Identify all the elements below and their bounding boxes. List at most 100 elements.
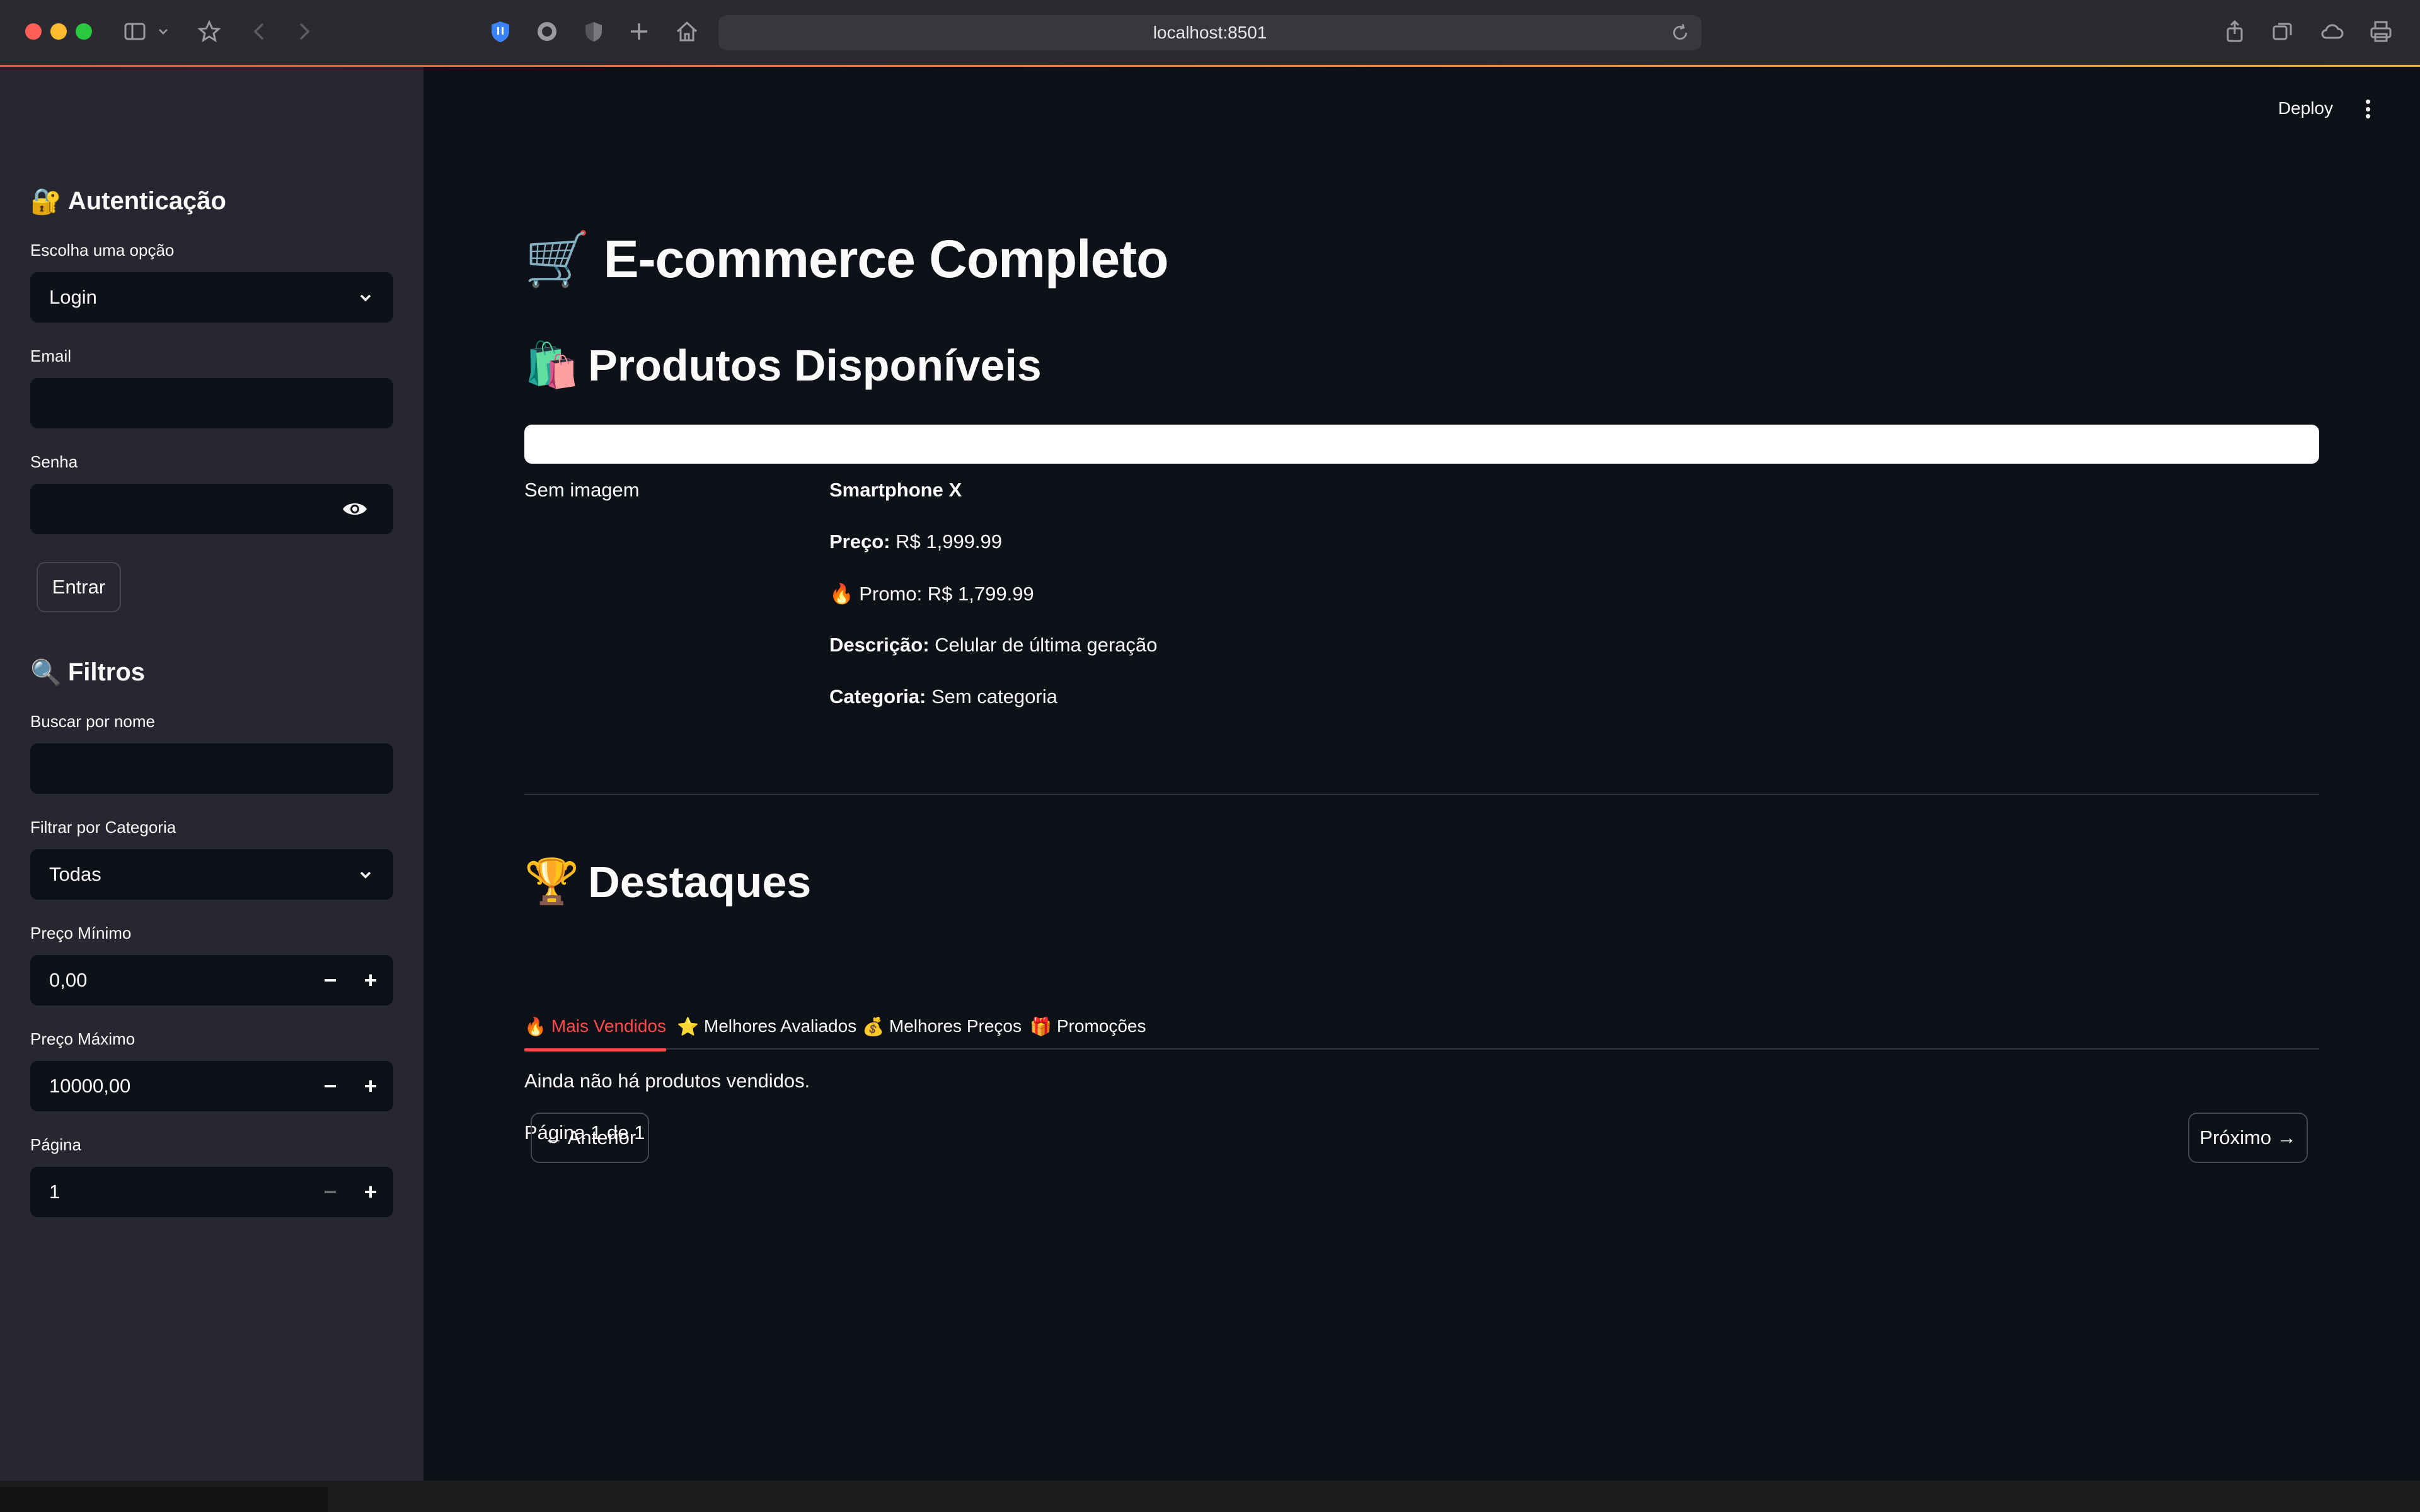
reload-icon[interactable] (1670, 23, 1690, 43)
max-price-stepper[interactable]: 10000,00 − + (30, 1061, 393, 1111)
min-price-label: Preço Mínimo (30, 924, 132, 942)
fire-icon: 🔥 (524, 1016, 546, 1037)
password-field[interactable] (30, 484, 393, 534)
category-filter-label: Filtrar por Categoria (30, 818, 176, 837)
search-input[interactable] (30, 743, 393, 794)
product-promo: 🔥 Promo: R$ 1,799.99 (829, 582, 1034, 605)
product-category: Categoria: Sem categoria (829, 685, 1057, 708)
products-heading: 🛍️ Produtos Disponíveis (524, 339, 1042, 391)
privacy-shield-icon[interactable] (579, 16, 609, 47)
trophy-icon: 🏆 (524, 856, 580, 907)
login-submit-button[interactable]: Entrar (37, 562, 121, 612)
filters-heading-text: Filtros (67, 658, 146, 686)
bookmark-star-icon[interactable] (194, 16, 224, 47)
page-decrement-button[interactable]: − (310, 1167, 350, 1217)
tab-label: Melhores Avaliados (703, 1016, 857, 1036)
min-price-decrement-button[interactable]: − (310, 955, 350, 1005)
maximize-window-button[interactable] (76, 23, 92, 40)
sidebar-toggle-icon[interactable] (120, 16, 150, 47)
next-page-button[interactable]: Próximo → (2188, 1113, 2308, 1163)
fire-icon: 🔥 (829, 583, 854, 605)
min-price-stepper[interactable]: 0,00 − + (30, 955, 393, 1005)
chevron-down-icon[interactable] (154, 16, 173, 47)
max-price-label: Preço Máximo (30, 1029, 135, 1048)
auth-option-select[interactable]: Login (30, 272, 393, 323)
search-label: Buscar por nome (30, 712, 155, 731)
shopping-bags-icon: 🛍️ (524, 339, 580, 391)
page-label: Página (30, 1135, 81, 1154)
bottom-tab-strip (0, 1487, 328, 1512)
chevron-down-icon (360, 294, 371, 302)
tab-mais-vendidos[interactable]: 🔥 Mais Vendidos (524, 1003, 666, 1051)
product-description-value: Celular de última geração (935, 634, 1158, 656)
max-price-value: 10000,00 (49, 1075, 131, 1097)
email-field[interactable] (30, 378, 393, 428)
money-bag-icon: 💰 (862, 1016, 884, 1037)
printer-icon[interactable] (2366, 16, 2396, 47)
chevron-down-icon (360, 871, 371, 879)
url-text: localhost:8501 (1153, 23, 1267, 42)
close-window-button[interactable] (25, 23, 42, 40)
category-filter-value: Todas (49, 863, 101, 885)
sidebar: 🔐 Autenticação Escolha uma opção Login E… (0, 67, 424, 1480)
tab-label: Melhores Preços (889, 1016, 1022, 1036)
minimize-window-button[interactable] (50, 23, 67, 40)
tab-overview-icon[interactable] (2267, 16, 2298, 47)
auth-heading: 🔐 Autenticação (30, 186, 226, 216)
product-price-value: R$ 1,999.99 (896, 530, 1003, 553)
deploy-button[interactable]: Deploy (2278, 98, 2333, 118)
filters-heading: 🔍 Filtros (30, 658, 145, 687)
show-password-eye-icon[interactable] (342, 498, 368, 520)
max-price-decrement-button[interactable]: − (310, 1061, 350, 1111)
product-name: Smartphone X (829, 479, 962, 501)
extension-icon[interactable] (532, 16, 562, 47)
product-banner-bar (524, 425, 2319, 464)
password-manager-icon[interactable] (485, 16, 516, 47)
window-bottom-edge (0, 1480, 2420, 1512)
new-tab-icon[interactable] (624, 16, 654, 47)
shopping-cart-icon: 🛒 (524, 228, 591, 290)
gift-icon: 🎁 (1030, 1016, 1052, 1037)
address-bar[interactable]: localhost:8501 (718, 15, 1702, 50)
page-stepper[interactable]: 1 − + (30, 1167, 393, 1217)
highlights-heading-text: Destaques (588, 857, 812, 907)
product-category-value: Sem categoria (931, 685, 1057, 707)
page-title: 🛒 E-commerce Completo (524, 228, 1168, 290)
forward-icon[interactable] (289, 16, 319, 47)
main-menu-kebab-icon[interactable] (2358, 100, 2377, 118)
product-description-label: Descrição: (829, 634, 930, 656)
min-price-value: 0,00 (49, 969, 88, 991)
products-heading-text: Produtos Disponíveis (588, 340, 1042, 390)
section-divider (524, 794, 2319, 795)
category-filter-select[interactable]: Todas (30, 849, 393, 900)
tab-label: Mais Vendidos (551, 1016, 666, 1036)
page-value: 1 (49, 1181, 60, 1203)
home-icon[interactable] (672, 16, 702, 47)
star-icon: ⭐ (677, 1016, 699, 1037)
product-image-placeholder: Sem imagem (524, 479, 640, 501)
tab-promocoes[interactable]: 🎁 Promoções (1030, 1003, 1146, 1050)
magnifying-glass-icon: 🔍 (30, 658, 62, 687)
tab-melhores-precos[interactable]: 💰 Melhores Preços (862, 1003, 1022, 1050)
back-icon[interactable] (245, 16, 275, 47)
tab-melhores-avaliados[interactable]: ⭐ Melhores Avaliados (677, 1003, 856, 1050)
product-price-label: Preço: (829, 530, 890, 553)
page-increment-button[interactable]: + (350, 1167, 391, 1217)
browser-toolbar: localhost:8501 (0, 0, 2420, 67)
email-label: Email (30, 346, 72, 365)
product-promo-text: Promo: R$ 1,799.99 (859, 583, 1034, 605)
icloud-icon[interactable] (2317, 16, 2347, 47)
auth-heading-text: Autenticação (67, 187, 226, 215)
share-icon[interactable] (2220, 16, 2250, 47)
highlights-tabs: 🔥 Mais Vendidos ⭐ Melhores Avaliados 💰 M… (524, 1003, 2319, 1051)
page-title-text: E-commerce Completo (603, 229, 1169, 289)
max-price-increment-button[interactable]: + (350, 1061, 391, 1111)
auth-option-value: Login (49, 286, 97, 308)
auth-option-label: Escolha uma opção (30, 241, 175, 260)
min-price-increment-button[interactable]: + (350, 955, 391, 1005)
product-price: Preço: R$ 1,999.99 (829, 530, 1002, 553)
product-description: Descrição: Celular de última geração (829, 634, 1157, 656)
previous-page-button[interactable]: ← Anterior (531, 1113, 649, 1163)
password-label: Senha (30, 452, 78, 471)
highlights-heading: 🏆 Destaques (524, 856, 811, 908)
